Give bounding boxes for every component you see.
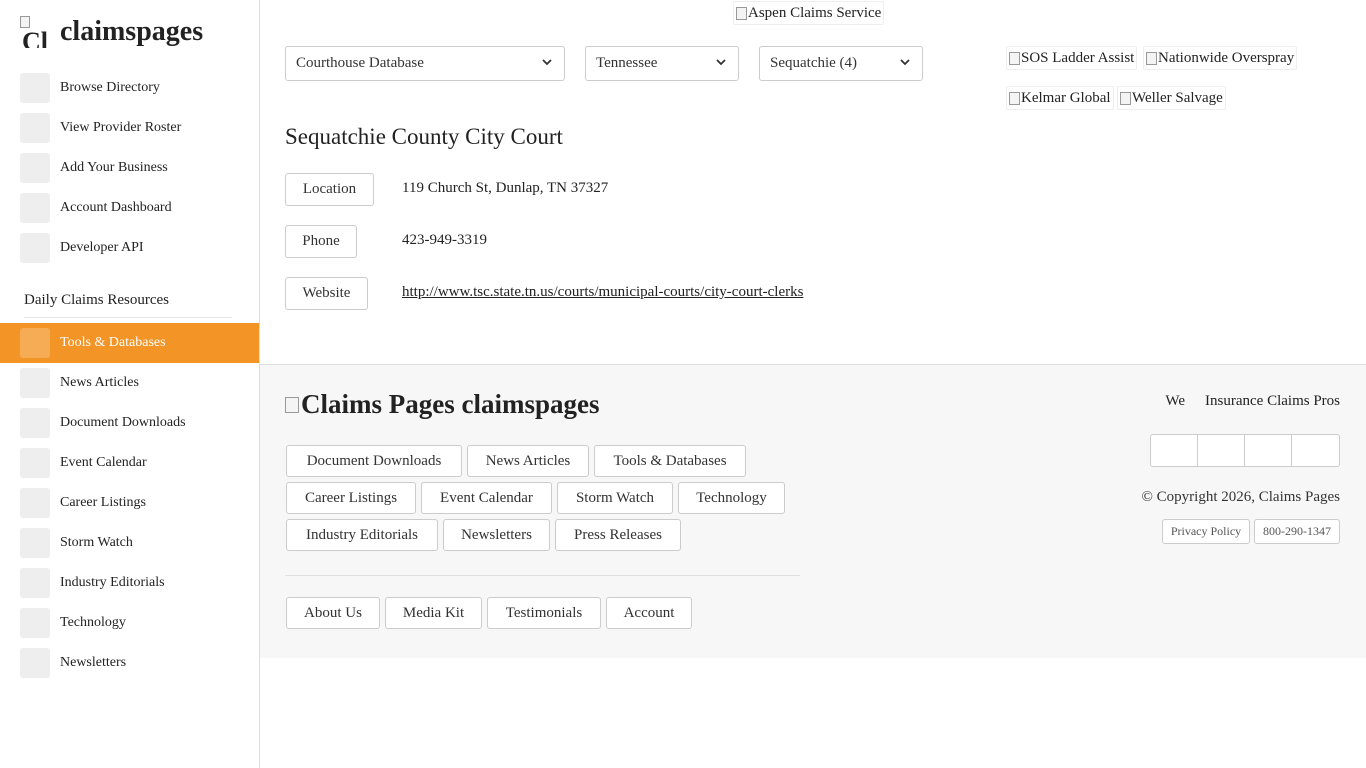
sidebar-item-career-listings[interactable]: Career Listings	[0, 483, 259, 523]
sidebar-item-label: Document Downloads	[60, 415, 186, 430]
chevron-down-icon	[900, 59, 910, 66]
brand-logo: Cl	[20, 16, 48, 48]
brand[interactable]: Cl claimspages	[20, 16, 203, 48]
location-value: 119 Church St, Dunlap, TN 37327	[402, 180, 609, 196]
website-label-button[interactable]: Website	[285, 277, 368, 310]
ad-kelmar-global[interactable]: Kelmar Global	[1006, 86, 1114, 110]
page-title: Sequatchie County City Court	[285, 124, 563, 149]
footer-link-document-downloads[interactable]: Document Downloads	[286, 445, 462, 477]
copyright-text: © Copyright 2026, Claims Pages	[1141, 489, 1340, 505]
footer-link-news-articles[interactable]: News Articles	[467, 445, 589, 477]
footer-link-technology[interactable]: Technology	[678, 482, 785, 514]
directory-icon	[20, 73, 50, 103]
footer-link-tools-databases[interactable]: Tools & Databases	[594, 445, 746, 477]
footer-divider	[285, 575, 800, 576]
storm-icon	[20, 528, 50, 558]
sidebar-item-add-your-business[interactable]: Add Your Business	[0, 148, 259, 188]
roster-icon	[20, 113, 50, 143]
newsletter-icon	[20, 648, 50, 678]
news-icon	[20, 368, 50, 398]
location-label-button[interactable]: Location	[285, 173, 374, 206]
footer-phone-link[interactable]: 800-290-1347	[1254, 519, 1340, 544]
sidebar: Cl claimspages Browse Directory View Pro…	[0, 0, 260, 768]
sidebar-item-label: Developer API	[60, 240, 144, 255]
sidebar-item-label: View Provider Roster	[60, 120, 182, 135]
sidebar-item-label: Industry Editorials	[60, 575, 165, 590]
sidebar-item-label: Add Your Business	[60, 160, 168, 175]
ad-banner-aspen-claims[interactable]: Aspen Claims Service	[733, 1, 885, 25]
sidebar-item-technology[interactable]: Technology	[0, 603, 259, 643]
broken-image-icon	[285, 396, 299, 413]
sidebar-item-developer-api[interactable]: Developer API	[0, 228, 259, 268]
state-select[interactable]: Tennessee	[585, 46, 739, 81]
footer-link-career-listings[interactable]: Career Listings	[286, 482, 416, 514]
download-icon	[20, 408, 50, 438]
footer-logo[interactable]: Claims Pages claimspages	[285, 389, 599, 420]
sidebar-item-view-provider-roster[interactable]: View Provider Roster	[0, 108, 259, 148]
sidebar-item-label: Tools & Databases	[60, 335, 166, 350]
footer-link-testimonials[interactable]: Testimonials	[487, 597, 601, 629]
add-business-icon	[20, 153, 50, 183]
footer-link-event-calendar[interactable]: Event Calendar	[421, 482, 552, 514]
sidebar-item-storm-watch[interactable]: Storm Watch	[0, 523, 259, 563]
footer: Claims Pages claimspages Document Downlo…	[260, 364, 1366, 658]
sidebar-item-browse-directory[interactable]: Browse Directory	[0, 68, 259, 108]
twitter-icon[interactable]	[1198, 435, 1245, 466]
brand-name: claimspages	[60, 16, 204, 47]
technology-icon	[20, 608, 50, 638]
api-icon	[20, 233, 50, 263]
sidebar-item-newsletters[interactable]: Newsletters	[0, 643, 259, 683]
sidebar-item-tools-databases[interactable]: Tools & Databases	[0, 323, 259, 363]
broken-image-icon	[1146, 51, 1157, 65]
phone-value: 423-949-3319	[402, 232, 487, 248]
chevron-down-icon	[542, 59, 552, 66]
linkedin-icon[interactable]	[1245, 435, 1292, 466]
social-links	[1150, 434, 1340, 467]
editorial-icon	[20, 568, 50, 598]
broken-image-icon	[1009, 91, 1020, 105]
sidebar-item-label: Career Listings	[60, 495, 146, 510]
footer-link-storm-watch[interactable]: Storm Watch	[557, 482, 673, 514]
footer-link-industry-editorials[interactable]: Industry Editorials	[286, 519, 438, 551]
footer-link-newsletters[interactable]: Newsletters	[443, 519, 550, 551]
privacy-policy-link[interactable]: Privacy Policy	[1162, 519, 1250, 544]
sidebar-item-label: Storm Watch	[60, 535, 133, 550]
sidebar-item-label: Newsletters	[60, 655, 127, 670]
sidebar-item-label: Event Calendar	[60, 455, 147, 470]
phone-label-button[interactable]: Phone	[285, 225, 357, 258]
sidebar-item-event-calendar[interactable]: Event Calendar	[0, 443, 259, 483]
broken-image-icon	[1120, 91, 1131, 105]
ad-weller-salvage[interactable]: Weller Salvage	[1117, 86, 1226, 110]
sidebar-item-industry-editorials[interactable]: Industry Editorials	[0, 563, 259, 603]
footer-link-press-releases[interactable]: Press Releases	[555, 519, 681, 551]
footer-tagline: We Insurance Claims Pros	[1165, 393, 1340, 409]
sidebar-item-news-articles[interactable]: News Articles	[0, 363, 259, 403]
broken-image-icon	[1009, 51, 1020, 65]
ad-nationwide-overspray[interactable]: Nationwide Overspray	[1143, 46, 1298, 70]
ad-sos-ladder-assist[interactable]: SOS Ladder Assist	[1006, 46, 1138, 70]
county-select[interactable]: Sequatchie (4)	[759, 46, 923, 81]
footer-link-account[interactable]: Account	[606, 597, 692, 629]
career-icon	[20, 488, 50, 518]
dashboard-icon	[20, 193, 50, 223]
database-select[interactable]: Courthouse Database	[285, 46, 565, 81]
footer-link-media-kit[interactable]: Media Kit	[385, 597, 482, 629]
sidebar-item-label: News Articles	[60, 375, 139, 390]
section-heading: Daily Claims Resources	[24, 292, 232, 318]
youtube-icon[interactable]	[1292, 435, 1339, 466]
sidebar-item-label: Browse Directory	[60, 80, 160, 95]
tools-icon	[20, 328, 50, 358]
chevron-down-icon	[716, 59, 726, 66]
broken-image-icon	[736, 6, 747, 20]
sidebar-item-account-dashboard[interactable]: Account Dashboard	[0, 188, 259, 228]
facebook-icon[interactable]	[1151, 435, 1198, 466]
website-link[interactable]: http://www.tsc.state.tn.us/courts/munici…	[402, 284, 803, 301]
calendar-icon	[20, 448, 50, 478]
sidebar-item-label: Account Dashboard	[60, 200, 172, 215]
sidebar-item-label: Technology	[60, 615, 126, 630]
sidebar-item-document-downloads[interactable]: Document Downloads	[0, 403, 259, 443]
footer-link-about-us[interactable]: About Us	[286, 597, 380, 629]
